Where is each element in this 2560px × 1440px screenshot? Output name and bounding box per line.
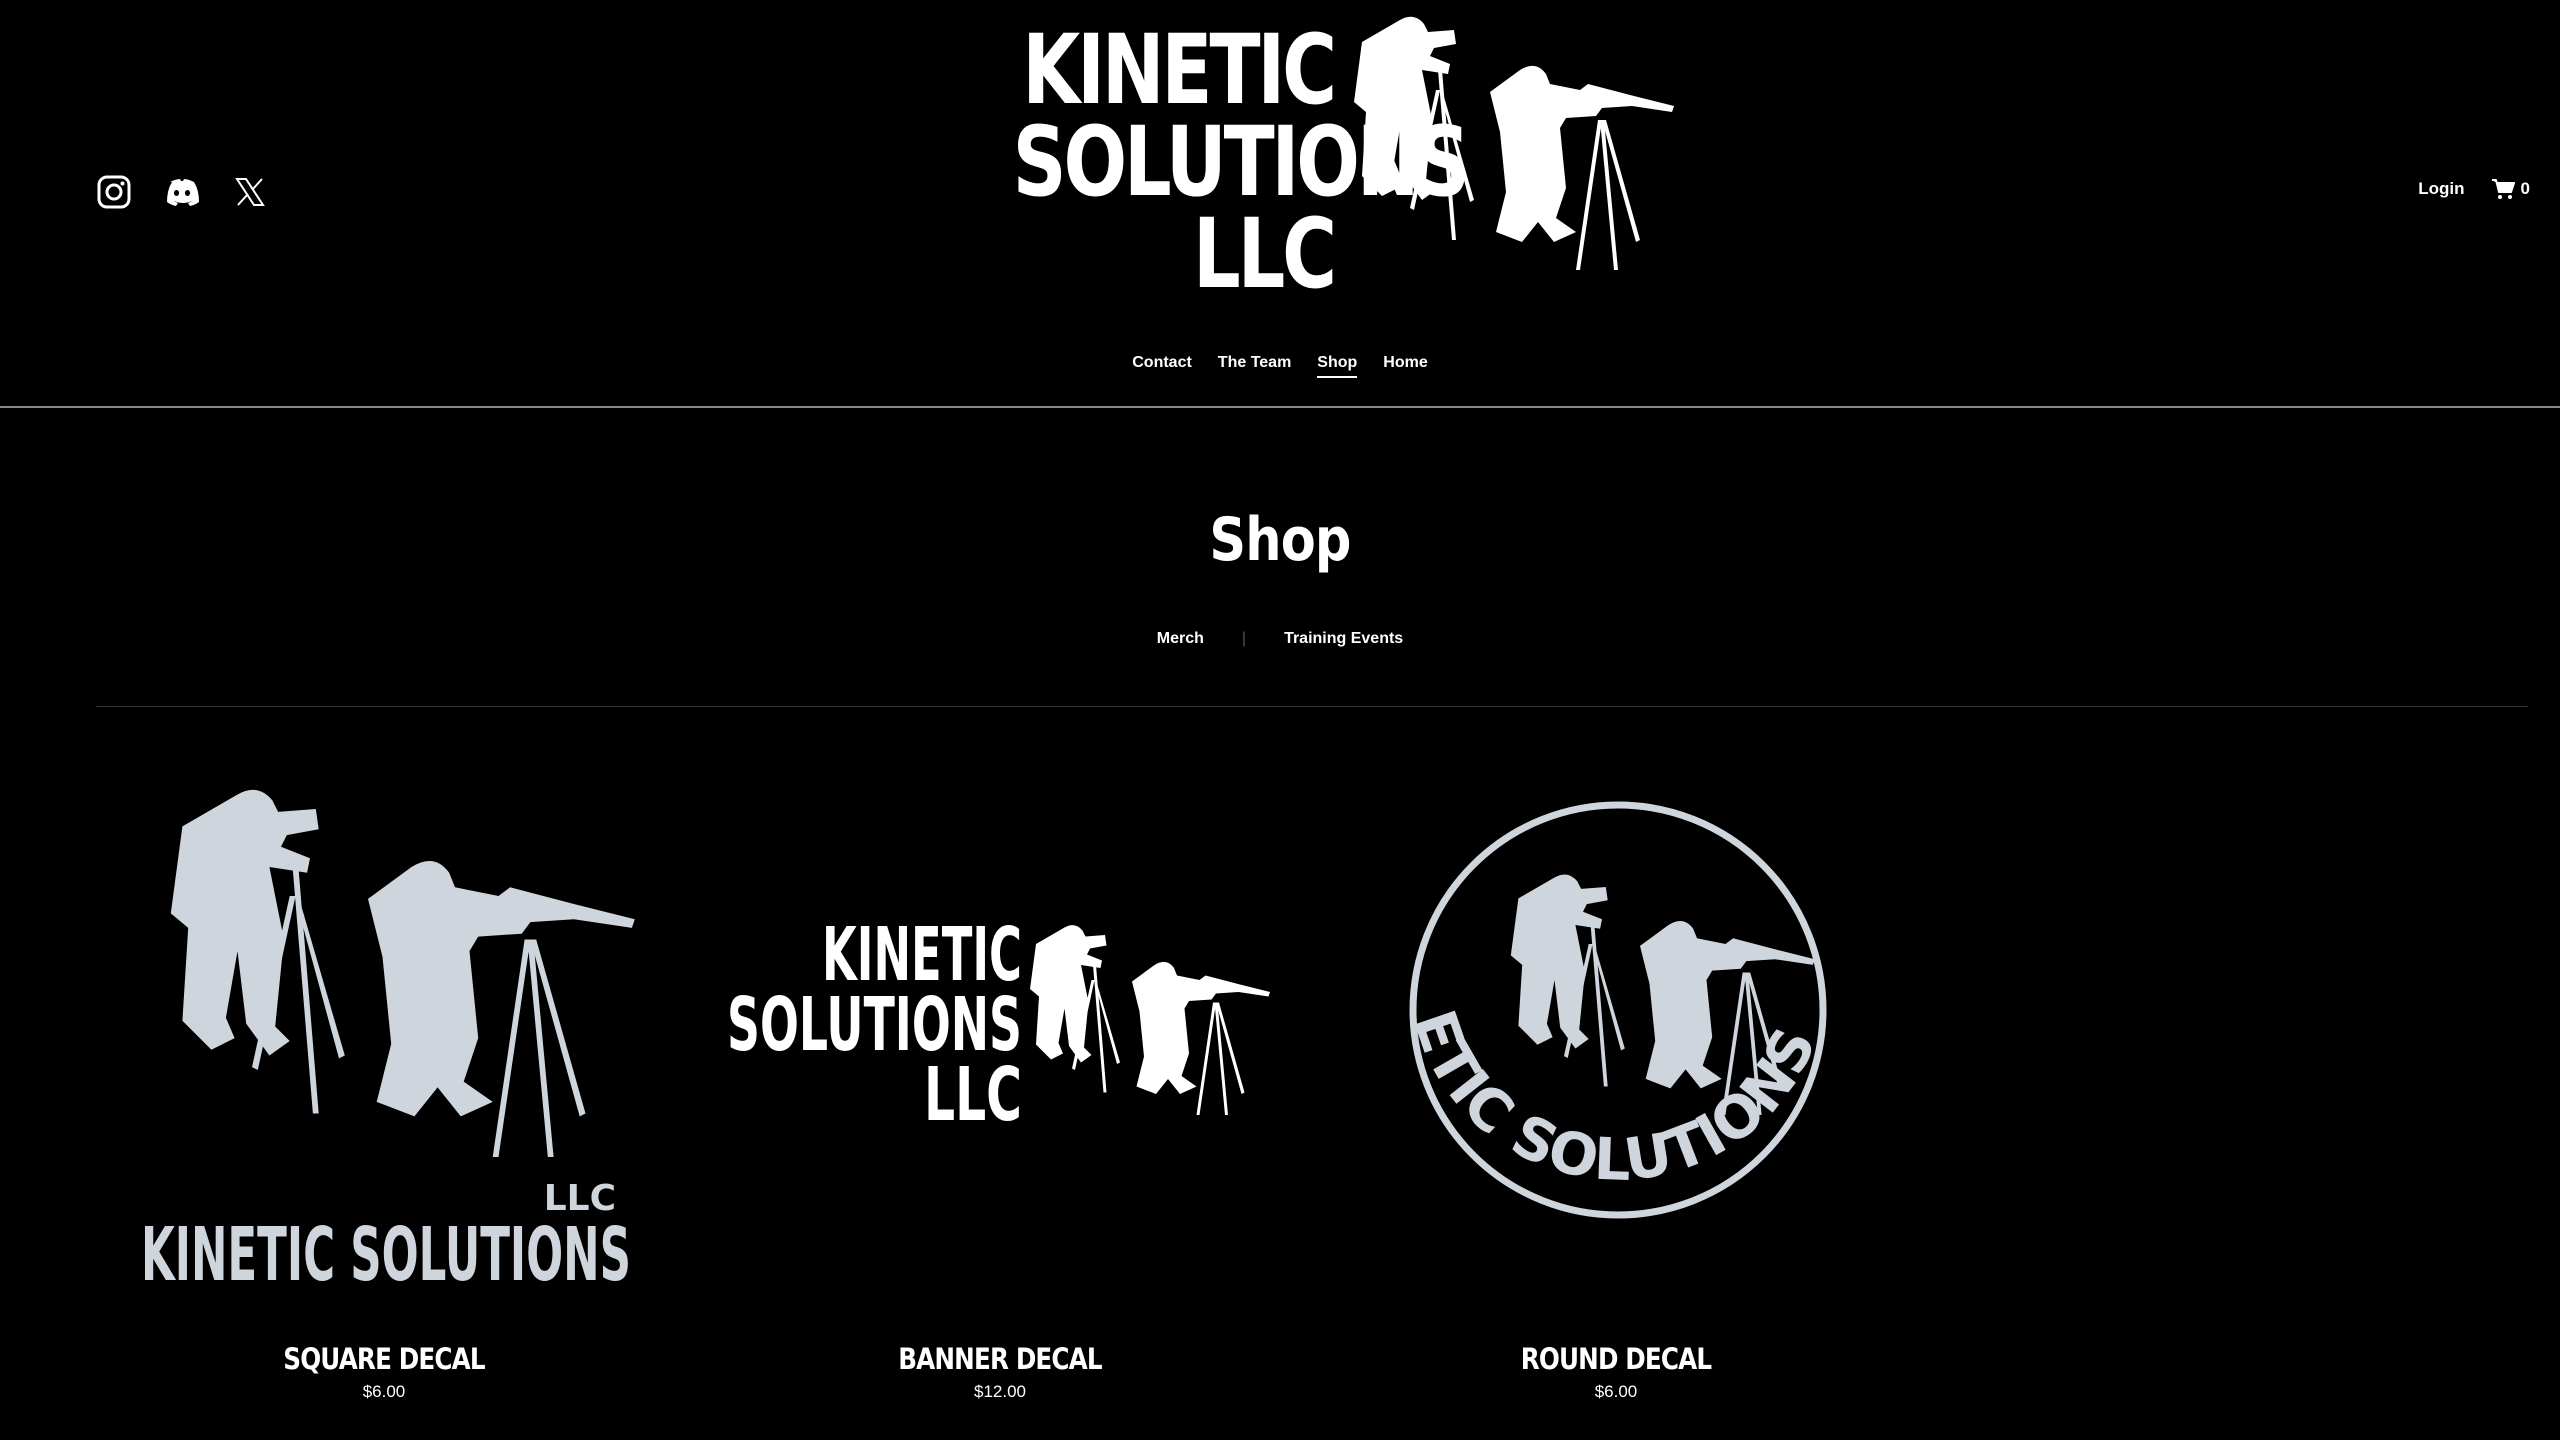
product-card[interactable]: LLC KINETIC SOLUTIONS SQUARE DECAL $6.00 [96, 780, 672, 1402]
product-grid: LLC KINETIC SOLUTIONS SQUARE DECAL $6.00… [96, 726, 1904, 1402]
category-training-events[interactable]: Training Events [1284, 630, 1403, 648]
category-nav: Merch | Training Events [0, 630, 2560, 648]
product-price: $6.00 [1594, 1382, 1638, 1401]
nav-item-the-team[interactable]: The Team [1218, 354, 1292, 378]
instagram-icon[interactable] [96, 174, 132, 210]
category-merch[interactable]: Merch [1157, 630, 1204, 648]
product-image-banner-decal[interactable]: KINETIC SOLUTIONS LLC [712, 780, 1288, 1320]
site-header: KINETIC SOLUTIONS LLC Login 0 Contact Th… [0, 0, 2560, 408]
product-name[interactable]: ROUND DECAL [1371, 1342, 1861, 1376]
brand-wordmark: KINETIC SOLUTIONS LLC [1012, 14, 1471, 310]
product-price: $6.00 [362, 1382, 406, 1401]
page-title: Shop [1209, 505, 1351, 575]
account-area: Login 0 [2418, 178, 2530, 200]
marksmen-silhouette [1354, 16, 1674, 270]
social-links [96, 174, 268, 210]
x-icon[interactable] [232, 174, 268, 210]
product-card[interactable]: KINETIC SOLUTIONS LLC ROUND DECAL $6.00 [1304, 726, 1904, 1402]
cart-button[interactable]: 0 [2491, 178, 2530, 200]
logo-wordmark: KINETIC SOLUTIONS [141, 1212, 631, 1298]
product-image-square-decal[interactable]: LLC KINETIC SOLUTIONS [96, 780, 672, 1320]
main-nav: Contact The Team Shop Home [0, 354, 2560, 378]
discord-icon[interactable] [164, 174, 200, 210]
logo-line-3: LLC [924, 1052, 1022, 1138]
product-price: $12.00 [974, 1382, 1026, 1401]
brand-logo[interactable]: KINETIC SOLUTIONS LLC [922, 10, 1702, 326]
nav-item-contact[interactable]: Contact [1132, 354, 1192, 378]
section-divider [96, 706, 2528, 707]
cart-count: 0 [2520, 179, 2530, 198]
product-image-round-decal[interactable]: KINETIC SOLUTIONS LLC [1304, 726, 1904, 1320]
product-card[interactable]: KINETIC SOLUTIONS LLC BANNER DECAL $12.0… [712, 780, 1288, 1402]
nav-item-shop[interactable]: Shop [1317, 354, 1358, 378]
login-link[interactable]: Login [2418, 179, 2464, 199]
product-name[interactable]: BANNER DECAL [755, 1342, 1245, 1376]
category-separator: | [1241, 630, 1247, 647]
cart-icon [2491, 179, 2515, 199]
product-name[interactable]: SQUARE DECAL [139, 1342, 629, 1376]
nav-item-home[interactable]: Home [1383, 354, 1427, 378]
